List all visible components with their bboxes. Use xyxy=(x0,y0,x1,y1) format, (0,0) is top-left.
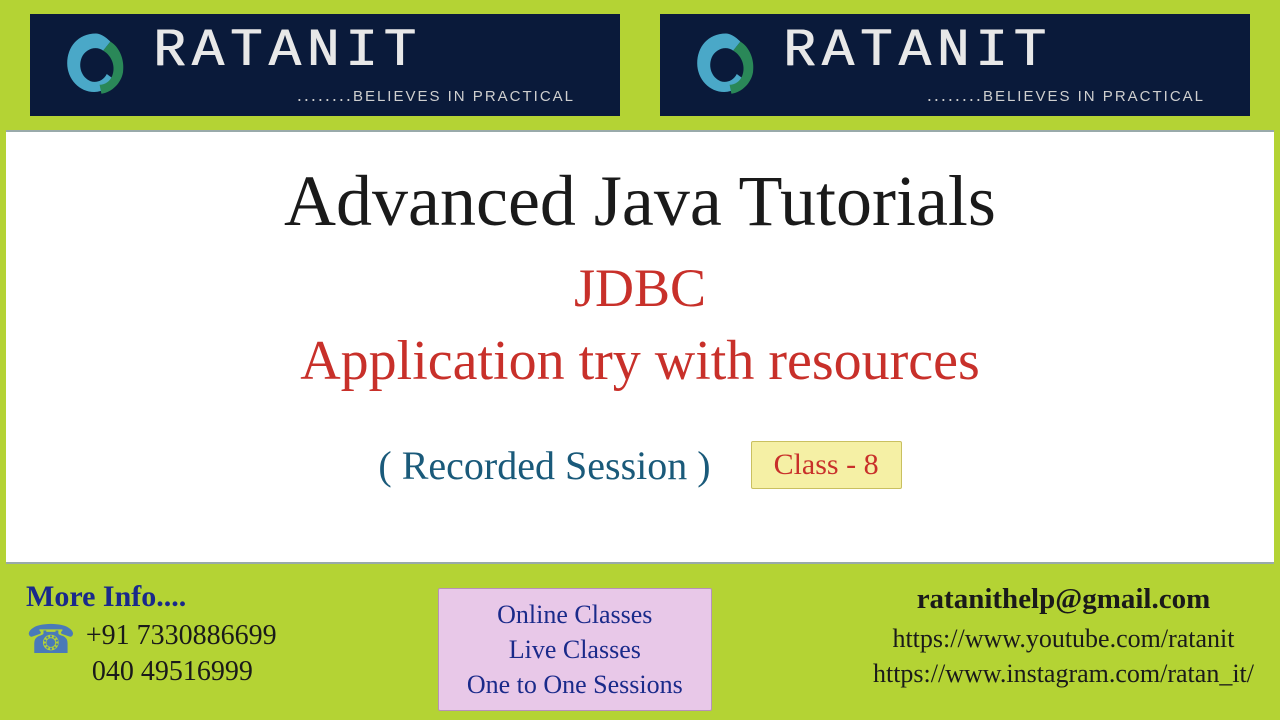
more-info-label: More Info.... xyxy=(26,580,277,614)
phone-number-2: 040 49516999 xyxy=(86,654,277,690)
session-row: ( Recorded Session ) Class - 8 xyxy=(6,441,1274,489)
header: RATANIT ........BELIEVES IN PRACTICAL RA… xyxy=(0,0,1280,130)
more-info-box: More Info.... ☎ +91 7330886699 040 49516… xyxy=(26,580,277,691)
one-to-one-label: One to One Sessions xyxy=(467,667,683,702)
logo-icon xyxy=(681,20,771,110)
main-content: Advanced Java Tutorials JDBC Application… xyxy=(6,130,1274,564)
logo-tagline: ........BELIEVES IN PRACTICAL xyxy=(783,85,1229,106)
logo-name: RATANIT xyxy=(783,25,1229,79)
subtitle-topic: Application try with resources xyxy=(6,329,1274,393)
logo-name: RATANIT xyxy=(153,25,599,79)
online-classes-label: Online Classes xyxy=(467,597,683,632)
logo-box-left: RATANIT ........BELIEVES IN PRACTICAL xyxy=(30,14,620,116)
youtube-link: https://www.youtube.com/ratanit xyxy=(873,621,1254,656)
classes-box: Online Classes Live Classes One to One S… xyxy=(438,588,712,711)
email-address: ratanithelp@gmail.com xyxy=(873,580,1254,619)
subtitle-jdbc: JDBC xyxy=(6,257,1274,319)
live-classes-label: Live Classes xyxy=(467,632,683,667)
class-badge: Class - 8 xyxy=(751,441,902,489)
instagram-link: https://www.instagram.com/ratan_it/ xyxy=(873,656,1254,691)
recorded-session-label: ( Recorded Session ) xyxy=(378,442,710,489)
phone-icon: ☎ xyxy=(26,620,76,660)
main-title: Advanced Java Tutorials xyxy=(6,160,1274,243)
logo-tagline: ........BELIEVES IN PRACTICAL xyxy=(153,85,599,106)
footer: More Info.... ☎ +91 7330886699 040 49516… xyxy=(0,564,1280,711)
logo-icon xyxy=(51,20,141,110)
links-box: ratanithelp@gmail.com https://www.youtub… xyxy=(873,580,1254,691)
logo-box-right: RATANIT ........BELIEVES IN PRACTICAL xyxy=(660,14,1250,116)
phone-number-1: +91 7330886699 xyxy=(86,618,277,654)
